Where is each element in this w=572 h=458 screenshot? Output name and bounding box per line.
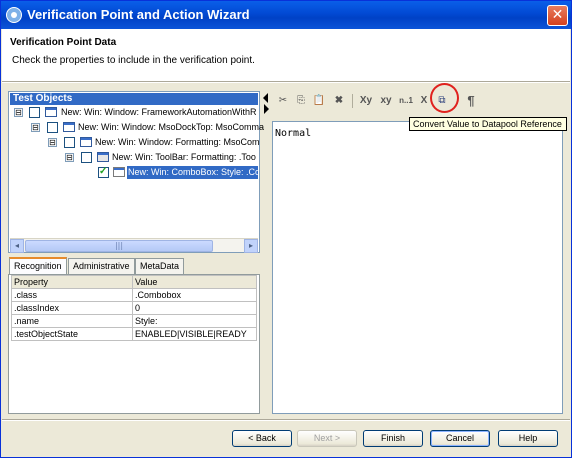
tree-item-label: New: Win: Window: Formatting: MsoCom [95, 137, 260, 147]
page-subtitle: Check the properties to include in the v… [12, 55, 255, 66]
tree-item-checkbox[interactable] [29, 107, 40, 118]
table-row[interactable]: .testObjectState ENABLED|VISIBLE|READY [11, 327, 257, 341]
combobox-icon [113, 167, 125, 177]
highlight-circle [430, 83, 459, 113]
property-name: .class [11, 288, 133, 302]
tree-item-selected[interactable]: New: Win: ComboBox: Style: .Co [9, 165, 259, 179]
tree-item-checkbox-checked[interactable] [98, 165, 109, 178]
window-icon [80, 137, 92, 147]
tree-item[interactable]: ⊟ New: Win: Window: MsoDockTop: MsoComma [9, 121, 264, 134]
horizontal-scrollbar[interactable]: ◂ ||| ▸ [10, 238, 258, 253]
collapse-icon[interactable]: ⊟ [31, 123, 40, 132]
value-text[interactable]: Normal [275, 128, 311, 139]
delete-icon[interactable]: ✖ [332, 92, 346, 110]
value-editor-toolbar: ✂ ⎘ 📋 ✖ Xy xy n..1 X ⧉ ¶ [272, 90, 562, 114]
lowercase-icon[interactable]: xy [378, 92, 394, 110]
column-header-property[interactable]: Property [11, 275, 133, 289]
toolbar-separator [352, 94, 353, 108]
expand-right-arrow-icon[interactable] [264, 104, 269, 114]
property-name: .testObjectState [11, 327, 133, 341]
table-row[interactable]: .classIndex 0 [11, 301, 257, 315]
property-value[interactable]: .Combobox [132, 288, 257, 302]
value-editor[interactable]: Normal [272, 121, 563, 414]
tab-recognition[interactable]: Recognition [9, 257, 67, 275]
property-name: .name [11, 314, 133, 328]
window-title: Verification Point and Action Wizard [27, 7, 250, 22]
tooltip: Convert Value to Datapool Reference [409, 117, 567, 131]
regex-icon[interactable]: X [418, 92, 430, 110]
tab-administrative[interactable]: Administrative [68, 258, 135, 274]
window-icon [45, 107, 57, 117]
property-value[interactable]: 0 [132, 301, 257, 315]
property-value[interactable]: Style: [132, 314, 257, 328]
tree-item-label: New: Win: Window: MsoDockTop: MsoComma [78, 122, 265, 132]
property-name: .classIndex [11, 301, 133, 315]
collapse-icon[interactable]: ⊟ [48, 138, 57, 147]
tree-item[interactable]: ⊟ New: Win: Window: FrameworkAutomationW… [9, 106, 259, 119]
wizard-window: Verification Point and Action Wizard ✕ V… [0, 0, 572, 458]
table-row[interactable]: .name Style: [11, 314, 257, 328]
tree-item-checkbox[interactable] [81, 152, 92, 163]
table-row[interactable]: .class .Combobox [11, 288, 257, 302]
tree-item-checkbox[interactable] [47, 122, 58, 133]
property-table: Property Value .class .Combobox .classIn… [11, 275, 257, 341]
finish-button[interactable]: Finish [363, 430, 423, 447]
close-button[interactable]: ✕ [547, 5, 568, 26]
numeric-range-icon[interactable]: n..1 [396, 92, 416, 110]
wizard-header: Verification Point Data Check the proper… [2, 29, 570, 81]
tree-item-label: New: Win: ComboBox: Style: .Co [127, 166, 258, 179]
tree-item-label: New: Win: Window: FrameworkAutomationWit… [61, 107, 257, 117]
property-value[interactable]: ENABLED|VISIBLE|READY [132, 327, 257, 341]
app-icon [6, 7, 22, 23]
table-header-row: Property Value [11, 275, 257, 289]
column-header-value[interactable]: Value [132, 275, 257, 289]
cancel-button[interactable]: Cancel [430, 430, 490, 447]
page-title: Verification Point Data [10, 37, 117, 48]
header-divider [2, 81, 570, 83]
tree-item[interactable]: ⊟ New: Win: ToolBar: Formatting: .Too [9, 151, 259, 164]
uppercase-icon[interactable]: Xy [358, 92, 374, 110]
property-table-area: Property Value .class .Combobox .classIn… [8, 274, 260, 414]
back-button[interactable]: < Back [232, 430, 292, 447]
collapse-icon[interactable]: ⊟ [65, 153, 74, 162]
scroll-left-button[interactable]: ◂ [10, 239, 24, 253]
cut-icon[interactable]: ✂ [276, 92, 290, 110]
test-objects-tree: Test Objects ⊟ New: Win: Window: Framewo… [8, 91, 264, 253]
tree-header: Test Objects [10, 93, 258, 105]
copy-icon[interactable]: ⎘ [294, 92, 308, 110]
title-bar[interactable]: Verification Point and Action Wizard ✕ [1, 1, 571, 29]
tree-item-label: New: Win: ToolBar: Formatting: .Too [112, 152, 256, 162]
collapse-left-arrow-icon[interactable] [263, 93, 268, 103]
paste-icon[interactable]: 📋 [312, 92, 326, 110]
pilcrow-icon[interactable]: ¶ [464, 92, 478, 110]
collapse-icon[interactable]: ⊟ [14, 108, 23, 117]
next-button[interactable]: Next > [297, 430, 357, 447]
scroll-right-button[interactable]: ▸ [244, 239, 258, 253]
toolbar-icon [97, 152, 109, 162]
tree-item[interactable]: ⊟ New: Win: Window: Formatting: MsoCom [9, 136, 260, 149]
help-button[interactable]: Help [498, 430, 558, 447]
scroll-thumb[interactable]: ||| [25, 240, 213, 252]
tab-metadata[interactable]: MetaData [135, 258, 185, 274]
tree-item-checkbox[interactable] [64, 137, 75, 148]
window-icon [63, 122, 75, 132]
footer-divider [2, 419, 570, 421]
